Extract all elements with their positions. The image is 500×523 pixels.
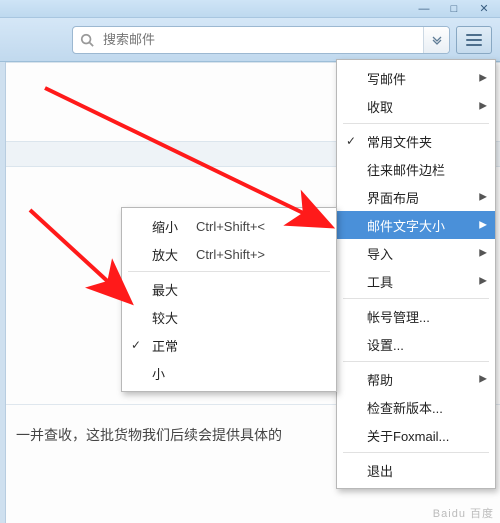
submenu-item-shortcut: Ctrl+Shift+> [196, 247, 265, 262]
submenu-item[interactable]: ✓ 正常 [122, 331, 336, 359]
menu-item[interactable]: 导入 ▶ [337, 239, 495, 267]
submenu-arrow-icon: ▶ [479, 192, 487, 203]
menu-item[interactable]: 邮件文字大小 ▶ [337, 211, 495, 239]
search-icon [73, 33, 101, 47]
toolbar [0, 18, 500, 62]
submenu-item-label: 正常 [152, 336, 196, 355]
main-menu-button[interactable] [456, 26, 492, 54]
menu-item[interactable]: 退出 [337, 456, 495, 484]
search-dropdown-button[interactable] [423, 27, 449, 53]
menu-item-label: 常用文件夹 [367, 132, 432, 151]
search-input[interactable] [101, 27, 423, 53]
menu-item-label: 关于Foxmail... [367, 426, 449, 445]
menu-item-label: 界面布局 [367, 188, 419, 207]
submenu-item[interactable]: 小 [122, 359, 336, 387]
menu-item-label: 往来邮件边栏 [367, 160, 445, 179]
menu-item-label: 检查新版本... [367, 398, 443, 417]
menu-item[interactable]: 设置... [337, 330, 495, 358]
check-icon: ✓ [346, 134, 356, 148]
submenu-item-label: 小 [152, 364, 196, 383]
submenu-item[interactable]: 最大 [122, 275, 336, 303]
menu-item[interactable]: 帐号管理... [337, 302, 495, 330]
window-maximize-button[interactable]: □ [440, 2, 468, 16]
submenu-arrow-icon: ▶ [479, 73, 487, 84]
menu-item-label: 设置... [367, 335, 404, 354]
submenu-item-label: 缩小 [152, 217, 196, 236]
menu-item[interactable]: ✓ 常用文件夹 [337, 127, 495, 155]
submenu-arrow-icon: ▶ [479, 276, 487, 287]
submenu-arrow-icon: ▶ [479, 101, 487, 112]
submenu-item[interactable]: 缩小Ctrl+Shift+< [122, 212, 336, 240]
menu-item[interactable]: 工具 ▶ [337, 267, 495, 295]
submenu-arrow-icon: ▶ [479, 248, 487, 259]
submenu-item-label: 放大 [152, 245, 196, 264]
menu-item[interactable]: 往来邮件边栏 [337, 155, 495, 183]
submenu-item-label: 最大 [152, 280, 196, 299]
font-size-submenu: 缩小Ctrl+Shift+<放大Ctrl+Shift+>最大较大✓正常小 [121, 207, 337, 392]
menu-item[interactable]: 写邮件 ▶ [337, 64, 495, 92]
menu-separator [343, 298, 489, 299]
submenu-item[interactable]: 放大Ctrl+Shift+> [122, 240, 336, 268]
submenu-item-label: 较大 [152, 308, 196, 327]
menu-item[interactable]: 界面布局 ▶ [337, 183, 495, 211]
menu-separator [343, 123, 489, 124]
menu-item-label: 收取 [367, 97, 393, 116]
check-icon: ✓ [131, 338, 141, 352]
submenu-item-shortcut: Ctrl+Shift+< [196, 219, 265, 234]
menu-item[interactable]: 收取 ▶ [337, 92, 495, 120]
window-minimize-button[interactable]: — [410, 2, 438, 16]
submenu-item[interactable]: 较大 [122, 303, 336, 331]
search-field[interactable] [72, 26, 450, 54]
menu-separator [128, 271, 330, 272]
submenu-arrow-icon: ▶ [479, 374, 487, 385]
body-snippet-text: 一并查收，这批货物我们后续会提供具体的 [16, 427, 282, 443]
submenu-arrow-icon: ▶ [479, 220, 487, 231]
menu-item-label: 帐号管理... [367, 307, 430, 326]
menu-item-label: 退出 [367, 461, 393, 480]
main-dropdown-menu: 写邮件 ▶ 收取 ▶ ✓ 常用文件夹往来邮件边栏界面布局 ▶ 邮件文字大小 ▶ 导入 ▶ 工具 ▶ 帐号管… [336, 59, 496, 489]
window-titlebar: — □ ✕ [0, 0, 500, 18]
menu-item[interactable]: 检查新版本... [337, 393, 495, 421]
window-close-button[interactable]: ✕ [470, 2, 498, 16]
menu-item[interactable]: 关于Foxmail... [337, 421, 495, 449]
menu-item-label: 导入 [367, 244, 393, 263]
menu-item-label: 邮件文字大小 [367, 216, 445, 235]
menu-item-label: 帮助 [367, 370, 393, 389]
menu-item[interactable]: 帮助 ▶ [337, 365, 495, 393]
menu-separator [343, 361, 489, 362]
menu-item-label: 写邮件 [367, 69, 406, 88]
menu-item-label: 工具 [367, 272, 393, 291]
menu-separator [343, 452, 489, 453]
watermark: Baidu 百度 [433, 505, 494, 521]
